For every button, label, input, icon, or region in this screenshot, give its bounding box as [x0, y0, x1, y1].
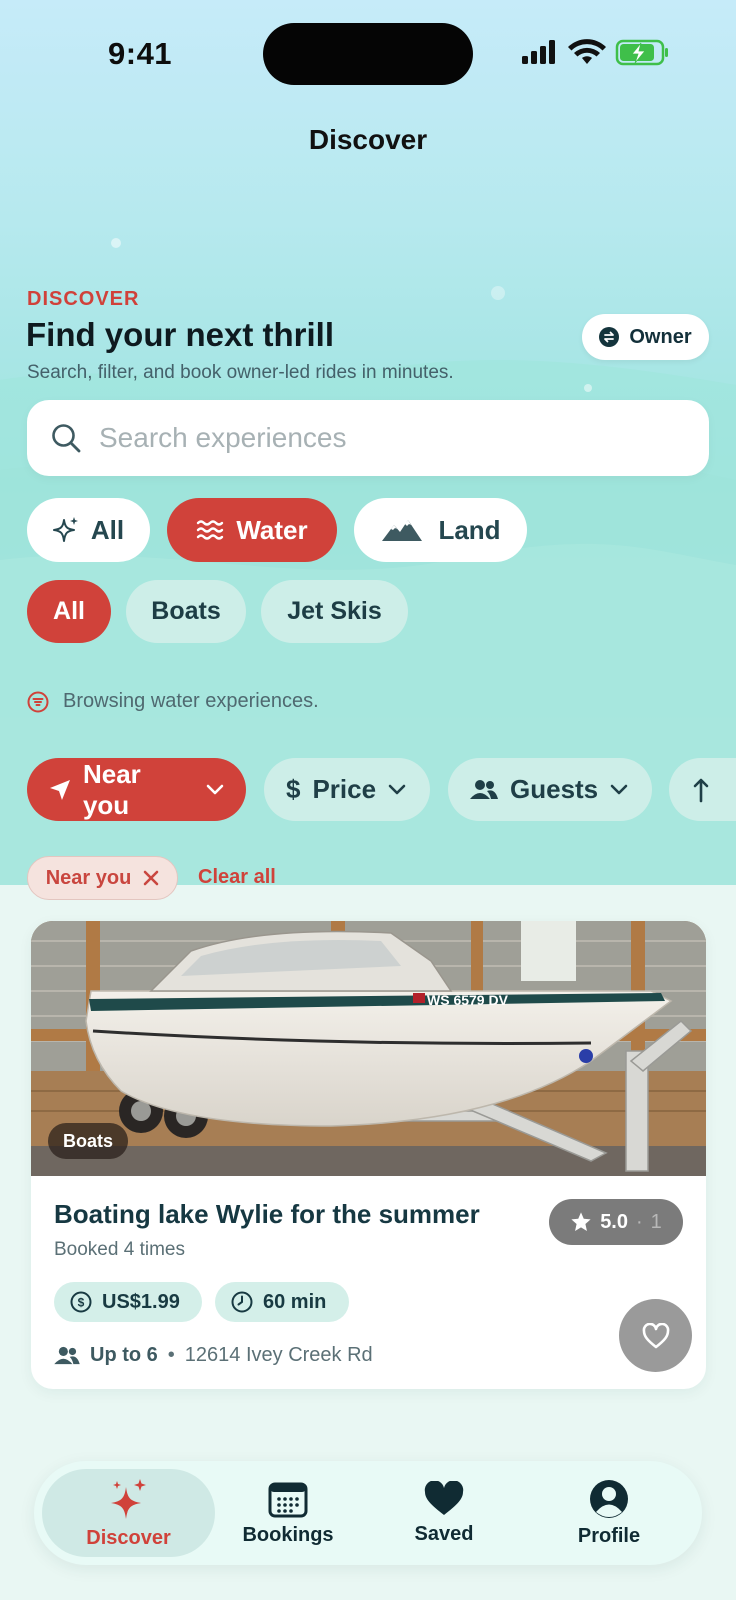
tab-saved-label: Saved	[414, 1522, 474, 1545]
filter-price-label: Price	[312, 774, 377, 804]
listing-card[interactable]: WS 6579 DV Boats Boating lake Wylie for …	[31, 921, 706, 1389]
filter-sort[interactable]	[669, 758, 736, 821]
rating-value: 5.0	[600, 1210, 628, 1233]
tab-discover[interactable]: Discover	[42, 1469, 215, 1557]
duration-value: 60 min	[263, 1290, 327, 1313]
subcategory-boats-label: Boats	[151, 597, 221, 625]
filter-price[interactable]: $ Price	[264, 758, 430, 821]
listing-address: 12614 Ivey Creek Rd	[184, 1344, 373, 1366]
dollar-circle-icon: $	[70, 1291, 92, 1313]
search-icon	[52, 424, 81, 453]
close-icon[interactable]	[143, 870, 159, 886]
category-land-label: Land	[438, 514, 501, 545]
status-time: 9:41	[108, 36, 173, 71]
tab-bookings-label: Bookings	[242, 1523, 334, 1546]
category-badge: Boats	[48, 1123, 129, 1159]
section-eyebrow: DISCOVER	[27, 288, 140, 310]
listing-title: Boating lake Wylie for the summer	[54, 1199, 480, 1229]
guest-capacity: Up to 6	[90, 1344, 158, 1366]
browsing-info-text: Browsing water experiences.	[63, 690, 319, 712]
profile-icon	[590, 1479, 628, 1518]
filter-near-you-label: Near you	[82, 758, 141, 820]
tab-bar: Discover Bookings Saved Profile	[34, 1461, 702, 1565]
dynamic-island	[263, 23, 473, 85]
filter-circle-icon	[27, 691, 49, 712]
category-all-label: All	[90, 514, 125, 545]
calendar-icon	[268, 1482, 308, 1517]
price-tag: $ US$1.99	[54, 1282, 202, 1322]
listing-photo: WS 6579 DV	[31, 921, 706, 1176]
tab-profile[interactable]: Profile	[529, 1469, 689, 1557]
location-arrow-icon	[49, 779, 70, 800]
mountains-icon	[382, 520, 423, 541]
people-icon	[54, 1346, 80, 1364]
signal-icon	[522, 40, 555, 64]
svg-text:$: $	[78, 1296, 85, 1310]
category-water[interactable]: Water	[167, 498, 337, 562]
category-all[interactable]: All	[27, 498, 150, 562]
tab-saved[interactable]: Saved	[371, 1469, 517, 1557]
clear-all-link[interactable]: Clear all	[198, 866, 276, 889]
status-icons	[520, 38, 670, 75]
chevron-down-icon	[206, 784, 224, 794]
subcategory-jet-skis[interactable]: Jet Skis	[261, 580, 408, 643]
search-bar[interactable]	[27, 400, 709, 476]
sparkle-icon	[110, 1478, 146, 1519]
sparkle-icon	[52, 517, 78, 542]
dollar-icon: $	[286, 774, 301, 804]
wifi-icon	[568, 39, 606, 64]
chevron-down-icon	[610, 784, 628, 794]
battery-icon	[615, 39, 668, 66]
save-favorite-button[interactable]	[619, 1299, 692, 1372]
search-input[interactable]	[99, 422, 659, 454]
heart-icon	[424, 1480, 464, 1515]
subcategory-boats[interactable]: Boats	[126, 580, 246, 643]
listing-meta: Up to 6 • 12614 Ivey Creek Rd	[54, 1344, 373, 1367]
rating-separator: ·	[636, 1210, 643, 1233]
owner-mode-button[interactable]: Owner	[582, 314, 709, 360]
svg-text:WS 6579 DV: WS 6579 DV	[427, 992, 509, 1008]
meta-separator: •	[167, 1344, 175, 1366]
category-water-label: Water	[236, 514, 308, 545]
price-value: US$1.99	[102, 1290, 180, 1313]
hero-subline: Search, filter, and book owner-led rides…	[27, 362, 454, 383]
chevron-down-icon	[388, 784, 406, 794]
duration-tag: 60 min	[215, 1282, 349, 1322]
owner-button-label: Owner	[629, 325, 692, 348]
filter-near-you[interactable]: Near you	[27, 758, 246, 821]
page-title: Discover	[308, 124, 428, 155]
active-filter-chip-label: Near you	[45, 866, 132, 889]
browsing-info: Browsing water experiences.	[27, 690, 319, 713]
filter-guests-label: Guests	[510, 774, 599, 804]
category-land[interactable]: Land	[354, 498, 527, 562]
review-count: 1	[650, 1210, 662, 1233]
tab-discover-label: Discover	[86, 1526, 171, 1549]
tab-bookings[interactable]: Bookings	[214, 1469, 362, 1557]
filter-guests[interactable]: Guests	[448, 758, 652, 821]
subcategory-all[interactable]: All	[27, 580, 111, 643]
clock-icon	[231, 1291, 253, 1313]
swap-circle-icon	[599, 327, 620, 347]
star-icon	[571, 1212, 591, 1231]
people-icon	[470, 779, 498, 799]
tab-profile-label: Profile	[577, 1524, 641, 1547]
rating-badge: 5.0 · 1	[549, 1199, 683, 1245]
heart-outline-icon	[642, 1322, 669, 1348]
sort-arrow-icon	[693, 778, 709, 802]
active-filter-chip[interactable]: Near you	[27, 856, 178, 900]
subcategory-jet-skis-label: Jet Skis	[287, 597, 382, 625]
subcategory-all-label: All	[53, 597, 85, 625]
hero-headline: Find your next thrill	[26, 316, 335, 353]
listing-bookings-count: Booked 4 times	[54, 1239, 185, 1260]
waves-icon	[197, 520, 224, 540]
